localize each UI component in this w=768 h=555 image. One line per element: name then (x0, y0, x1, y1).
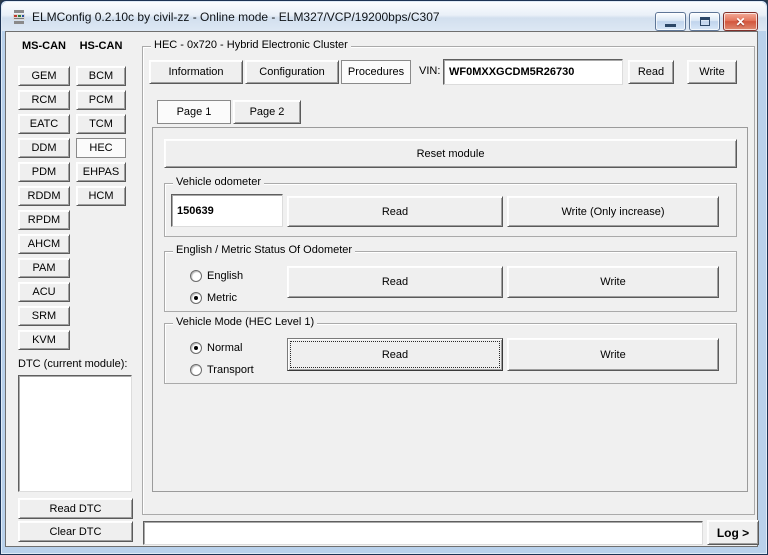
tab-page-1[interactable]: Page 1 (157, 100, 231, 124)
clear-dtc-button[interactable]: Clear DTC (18, 521, 133, 542)
log-button[interactable]: Log > (707, 520, 759, 545)
mode-write-button[interactable]: Write (507, 338, 719, 371)
module-button-kvm[interactable]: KVM (18, 330, 70, 350)
app-window: ELMConfig 0.2.10c by civil-zz - Online m… (0, 0, 768, 555)
radio-checked-icon (190, 292, 202, 304)
module-button-pdm[interactable]: PDM (18, 162, 70, 182)
app-icon (11, 9, 27, 25)
tab-procedures[interactable]: Procedures (341, 60, 411, 84)
dtc-listbox[interactable] (18, 375, 132, 492)
mode-read-button[interactable]: Read (287, 338, 503, 371)
close-button[interactable]: ✕ (723, 12, 758, 31)
module-button-bcm[interactable]: BCM (76, 66, 126, 86)
mode-group-title: Vehicle Mode (HEC Level 1) (173, 316, 317, 328)
minimize-icon (665, 24, 676, 27)
module-button-pam[interactable]: PAM (18, 258, 70, 278)
module-button-rcm[interactable]: RCM (18, 90, 70, 110)
radio-unchecked-icon (190, 364, 202, 376)
radio-english-label: English (207, 270, 243, 282)
tab-configuration[interactable]: Configuration (245, 60, 339, 84)
units-group-title: English / Metric Status Of Odometer (173, 244, 355, 256)
module-button-ehpas[interactable]: EHPAS (76, 162, 126, 182)
log-input[interactable] (143, 521, 703, 545)
odometer-read-button[interactable]: Read (287, 196, 503, 227)
reset-module-button[interactable]: Reset module (164, 139, 737, 168)
module-button-hcm[interactable]: HCM (76, 186, 126, 206)
hs-can-column: BCM PCM TCM HEC EHPAS HCM (76, 66, 126, 206)
dtc-label: DTC (current module): (18, 358, 127, 370)
module-button-rddm[interactable]: RDDM (18, 186, 70, 206)
module-button-ahcm[interactable]: AHCM (18, 234, 70, 254)
title-bar[interactable]: ELMConfig 0.2.10c by civil-zz - Online m… (2, 2, 766, 31)
radio-normal[interactable]: Normal (190, 341, 242, 354)
odometer-input[interactable] (171, 194, 283, 227)
units-write-button[interactable]: Write (507, 266, 719, 298)
module-button-rpdm[interactable]: RPDM (18, 210, 70, 230)
odometer-group-title: Vehicle odometer (173, 176, 264, 188)
module-button-eatc[interactable]: EATC (18, 114, 70, 134)
vin-read-button[interactable]: Read (628, 60, 674, 84)
maximize-button[interactable] (689, 12, 720, 31)
window-title: ELMConfig 0.2.10c by civil-zz - Online m… (32, 10, 440, 24)
module-group-title: HEC - 0x720 - Hybrid Electronic Cluster (151, 39, 351, 51)
module-button-pcm[interactable]: PCM (76, 90, 126, 110)
client-area: MS-CAN HS-CAN GEM RCM EATC DDM PDM RDDM … (5, 31, 758, 547)
close-icon: ✕ (735, 15, 745, 29)
read-dtc-button[interactable]: Read DTC (18, 498, 133, 519)
radio-unchecked-icon (190, 270, 202, 282)
module-button-ddm[interactable]: DDM (18, 138, 70, 158)
ms-can-header: MS-CAN (18, 40, 70, 52)
ms-can-column: GEM RCM EATC DDM PDM RDDM RPDM AHCM PAM … (18, 66, 70, 350)
radio-transport[interactable]: Transport (190, 363, 254, 376)
module-button-gem[interactable]: GEM (18, 66, 70, 86)
tab-information[interactable]: Information (149, 60, 243, 84)
vin-label: VIN: (419, 65, 440, 77)
hs-can-header: HS-CAN (76, 40, 126, 52)
vin-input[interactable] (443, 59, 623, 85)
radio-english[interactable]: English (190, 269, 243, 282)
radio-checked-icon (190, 342, 202, 354)
module-button-tcm[interactable]: TCM (76, 114, 126, 134)
units-read-button[interactable]: Read (287, 266, 503, 298)
module-button-acu[interactable]: ACU (18, 282, 70, 302)
odometer-write-button[interactable]: Write (Only increase) (507, 196, 719, 227)
maximize-icon (700, 17, 710, 26)
radio-transport-label: Transport (207, 364, 254, 376)
radio-metric[interactable]: Metric (190, 291, 237, 304)
tab-page-2[interactable]: Page 2 (233, 100, 301, 124)
minimize-button[interactable] (655, 12, 686, 31)
vin-write-button[interactable]: Write (687, 60, 737, 84)
module-button-hec[interactable]: HEC (76, 138, 126, 158)
module-button-srm[interactable]: SRM (18, 306, 70, 326)
radio-normal-label: Normal (207, 342, 242, 354)
window-controls: ✕ (655, 12, 758, 31)
radio-metric-label: Metric (207, 292, 237, 304)
